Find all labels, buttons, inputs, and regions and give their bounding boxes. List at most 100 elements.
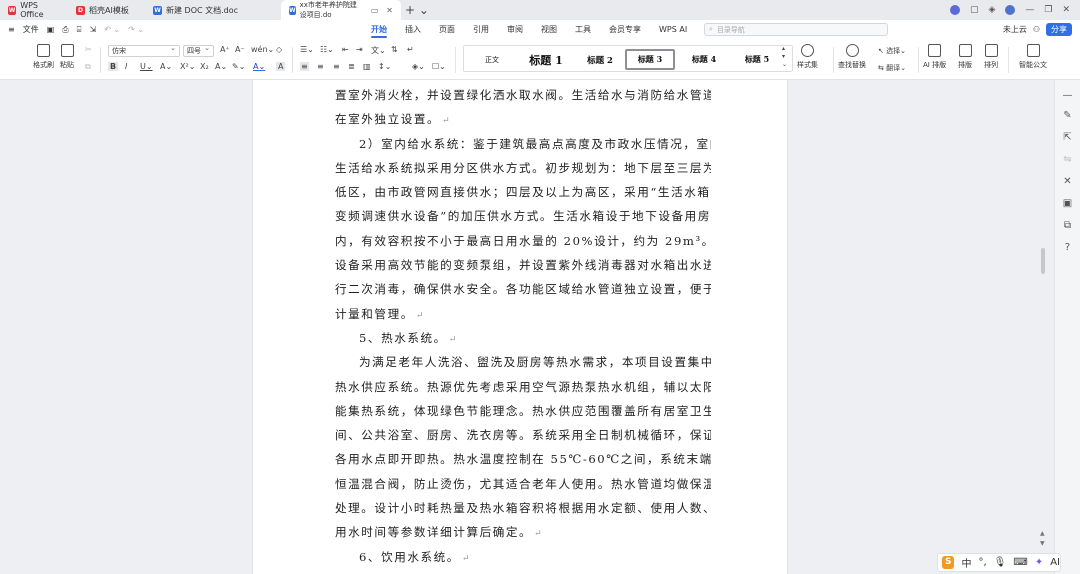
close-icon[interactable]: ✕ <box>386 6 393 15</box>
layers-icon[interactable]: ⧉ <box>1062 220 1073 231</box>
style-heading-4[interactable]: 标题 4 <box>678 49 730 70</box>
smart-doc-button[interactable]: 智能公文 <box>1019 44 1047 70</box>
layout-icon[interactable]: ▢ <box>970 5 979 15</box>
numbering-icon[interactable]: ☷⌄ <box>320 45 334 54</box>
style-heading-1[interactable]: 标题 1 <box>520 49 572 70</box>
style-normal[interactable]: 正文 <box>468 49 516 70</box>
cut-icon[interactable]: ✂ <box>85 45 92 54</box>
save-icon[interactable]: ▣ <box>47 25 55 34</box>
phonetic-icon[interactable]: wén⌄ <box>251 45 274 54</box>
tab-review[interactable]: 审阅 <box>498 20 532 39</box>
collab-icon[interactable]: ⚇ <box>1033 25 1040 34</box>
highlight-icon[interactable]: ✎⌄ <box>232 62 245 71</box>
share-button[interactable]: 分享 <box>1046 23 1072 36</box>
layout-button[interactable]: 排版 <box>958 44 972 70</box>
subscript-icon[interactable]: X₂ <box>200 62 209 71</box>
tab-templates[interactable]: D 稻壳AI模板 <box>68 0 145 20</box>
line-spacing-icon[interactable]: ↕⌄ <box>378 62 391 71</box>
print-preview-icon[interactable]: ⎙ <box>62 25 68 35</box>
tab-references[interactable]: 引用 <box>464 20 498 39</box>
bullets-icon[interactable]: ☰⌄ <box>300 45 314 54</box>
distribute-icon[interactable]: ▥ <box>363 62 371 71</box>
copy-icon[interactable]: ⧉ <box>85 62 91 72</box>
scroll-down-icon[interactable]: ▼ <box>1040 540 1045 547</box>
tab-new-doc[interactable]: W 新建 DOC 文档.doc <box>145 0 281 20</box>
tab-tools[interactable]: 工具 <box>566 20 600 39</box>
find-replace-button[interactable]: 查找替换 <box>838 44 866 70</box>
strikethrough-icon[interactable]: A⌄ <box>160 62 172 71</box>
tab-page[interactable]: 页面 <box>430 20 464 39</box>
tab-wps-office[interactable]: W WPS Office <box>0 0 68 20</box>
style-gallery-scroll-icon[interactable]: ▴ ▾ ⌄ <box>782 45 787 69</box>
show-marks-icon[interactable]: ↵ <box>407 45 414 54</box>
tab-view[interactable]: 视图 <box>532 20 566 39</box>
document-page[interactable]: 置室外消火栓，并设置绿化洒水取水阀。生活给水与消防给水管道 在室外独立设置。 ↵ … <box>252 80 788 574</box>
clear-format-icon[interactable]: ◇ <box>276 45 282 54</box>
monitor-icon[interactable]: ▭ <box>371 6 379 15</box>
tab-insert[interactable]: 插入 <box>396 20 430 39</box>
tab-home[interactable]: 开始 <box>362 20 396 39</box>
ime-ai-button[interactable]: AI <box>1050 557 1060 568</box>
cloud-status[interactable]: 未上云 <box>1003 24 1027 35</box>
help-icon[interactable]: ? <box>1062 242 1073 253</box>
text-effect-icon[interactable]: A⌄ <box>215 62 227 71</box>
document-canvas[interactable]: 置室外消火栓，并设置绿化洒水取水阀。生活给水与消防给水管道 在室外独立设置。 ↵ … <box>0 80 1080 574</box>
font-color-icon[interactable]: A⌄ <box>253 62 265 71</box>
arrange-button[interactable]: 排列 <box>984 44 998 70</box>
sort-icon[interactable]: ⇅ <box>391 45 398 54</box>
style-set-button[interactable]: 样式集 <box>797 44 818 70</box>
avatar[interactable] <box>1005 5 1016 15</box>
scroll-up-icon[interactable]: ▲ <box>1040 530 1045 537</box>
ime-mode[interactable]: 中 <box>961 555 971 570</box>
undo-icon[interactable]: ↶ ⌄ <box>104 25 120 34</box>
italic-icon[interactable]: I <box>125 62 127 71</box>
restore-icon[interactable]: ❐ <box>1044 5 1052 15</box>
bold-icon[interactable]: B <box>108 62 119 71</box>
style-heading-3[interactable]: 标题 3 <box>625 49 675 70</box>
select-button[interactable]: ↖ 选择⌄ <box>878 46 906 56</box>
document-body[interactable]: 置室外消火栓，并设置绿化洒水取水阀。生活给水与消防给水管道 在室外独立设置。 ↵ … <box>335 83 711 569</box>
print-icon[interactable]: ⌸ <box>77 25 82 35</box>
adjust-icon[interactable]: ⇋ <box>1062 154 1073 165</box>
punctuation-icon[interactable]: °, <box>978 557 986 568</box>
edit-pen-icon[interactable]: ✎ <box>1062 110 1073 121</box>
tab-wps-ai[interactable]: WPS AI <box>650 20 696 39</box>
font-name-select[interactable]: 仿宋 <box>108 44 180 57</box>
file-menu[interactable]: 文件 <box>23 24 39 35</box>
align-center-icon[interactable]: ≡ <box>317 62 324 71</box>
new-tab-icon[interactable]: + ⌄ <box>405 3 429 17</box>
skin-icon[interactable]: ✦ <box>1035 557 1043 568</box>
indent-icon[interactable]: ⇥ <box>356 45 363 54</box>
image-icon[interactable]: ▣ <box>1062 198 1073 209</box>
microphone-icon[interactable]: 🎙︎ <box>994 557 1007 568</box>
style-heading-2[interactable]: 标题 2 <box>574 49 626 70</box>
underline-icon[interactable]: U⌄ <box>140 62 153 71</box>
tools-icon[interactable]: ✕ <box>1062 176 1073 187</box>
grow-font-icon[interactable]: A⁺ <box>220 45 230 54</box>
outdent-icon[interactable]: ⇤ <box>342 45 349 54</box>
superscript-icon[interactable]: X²⌄ <box>180 62 195 71</box>
window-close-icon[interactable]: ✕ <box>1062 5 1070 15</box>
format-painter-button[interactable]: 格式刷 <box>33 44 54 70</box>
tab-active-doc[interactable]: W xx市老年养护院建设项目.do ▭ ✕ <box>281 0 401 20</box>
border-icon[interactable]: ☐⌄ <box>432 62 446 71</box>
align-right-icon[interactable]: ≡ <box>333 62 340 71</box>
paste-button[interactable]: 粘贴 <box>60 44 74 70</box>
shrink-font-icon[interactable]: A⁻ <box>235 45 245 54</box>
select-cursor-icon[interactable]: ⇱ <box>1062 132 1073 143</box>
shading-icon[interactable]: ◈⌄ <box>412 62 425 71</box>
chinese-layout-icon[interactable]: 文⌄ <box>371 45 386 56</box>
style-heading-5[interactable]: 标题 5 <box>731 49 783 70</box>
vertical-scrollbar-thumb[interactable] <box>1041 248 1045 274</box>
collapse-icon[interactable]: — <box>1062 90 1073 101</box>
char-border-icon[interactable]: A <box>276 62 286 71</box>
tab-member[interactable]: 会员专享 <box>600 20 650 39</box>
nav-search-input[interactable]: ⌕ 目录导航 <box>704 23 888 36</box>
hamburger-icon[interactable]: ≡ <box>8 25 15 34</box>
minimize-icon[interactable]: — <box>1025 5 1034 15</box>
ai-layout-button[interactable]: AI 排版 <box>923 44 946 70</box>
font-size-select[interactable]: 四号 <box>183 44 214 57</box>
sogou-logo-icon[interactable]: S <box>942 556 955 569</box>
align-left-icon[interactable]: ≡ <box>300 62 309 71</box>
translate-button[interactable]: ⇆ 翻译⌄ <box>878 63 906 73</box>
